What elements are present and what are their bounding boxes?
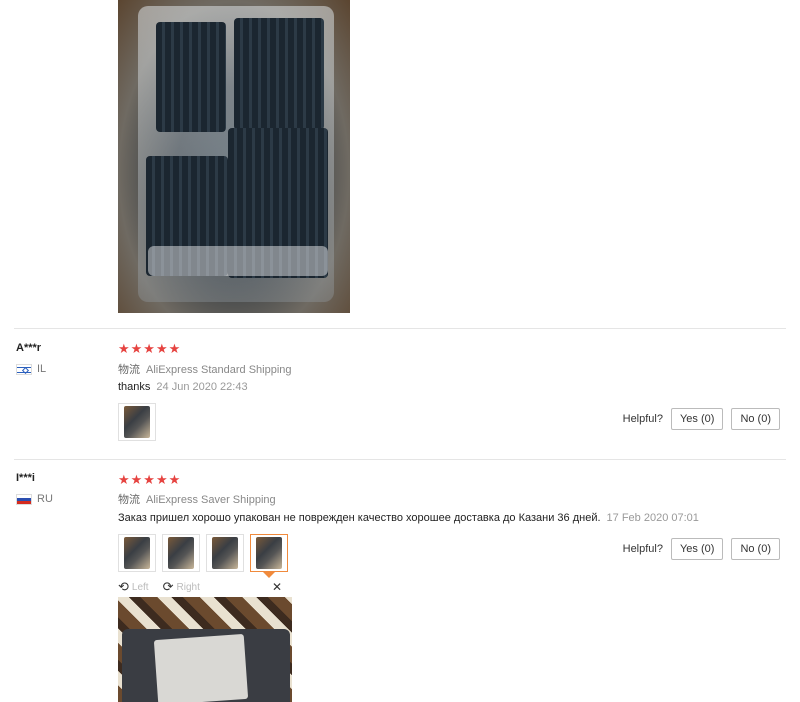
review-thumbnail[interactable] [118, 534, 156, 572]
reviewer-name: A***r [16, 342, 42, 354]
reviewer-country: IL [16, 363, 46, 375]
close-icon[interactable]: ✕ [272, 580, 282, 594]
review-thumbnail[interactable] [206, 534, 244, 572]
israel-flag-icon [16, 363, 32, 375]
review-comment: Заказ пришел хорошо упакован не поврежде… [118, 512, 699, 524]
review-thumbnail-active[interactable] [250, 534, 288, 578]
review-thumbnail[interactable] [118, 403, 156, 441]
rotate-left-label: Left [131, 581, 149, 593]
thumbnail-image [124, 537, 150, 569]
image-viewer-photo[interactable] [118, 597, 292, 702]
review-date: 24 Jun 2020 22:43 [156, 381, 248, 393]
photo-detail [153, 633, 249, 702]
photo-detail [148, 246, 328, 276]
shipping-label: 物流 [118, 494, 140, 506]
reviewer-country: RU [16, 493, 53, 505]
star-rating: ★★★★★ [118, 341, 182, 356]
yes-button[interactable]: Yes (0) [670, 538, 724, 560]
country-code: IL [37, 363, 47, 375]
review-date: 17 Feb 2020 07:01 [606, 512, 699, 524]
yes-button[interactable]: Yes (0) [670, 408, 724, 430]
reviewer-name: I***i [16, 472, 35, 484]
review-text: thanks [118, 381, 151, 393]
divider [14, 328, 786, 329]
shipping-name: AliExpress Saver Shipping [146, 494, 276, 506]
rotate-left-icon: ⟲ [118, 579, 129, 594]
review-text: Заказ пришел хорошо упакован не поврежде… [118, 512, 601, 524]
star-rating: ★★★★★ [118, 472, 182, 487]
review-thumbnails [118, 534, 288, 578]
helpful-label: Helpful? [622, 413, 663, 425]
review-comment: thanks 24 Jun 2020 22:43 [118, 381, 248, 393]
thumbnail-image [124, 406, 150, 438]
country-code: RU [37, 493, 53, 505]
shipping-method: 物流 AliExpress Standard Shipping [118, 361, 292, 377]
russia-flag-icon [16, 493, 32, 505]
rotate-left-button[interactable]: ⟲ Left [118, 579, 149, 595]
no-button[interactable]: No (0) [731, 408, 780, 430]
divider [14, 459, 786, 460]
shipping-name: AliExpress Standard Shipping [146, 364, 292, 376]
helpful-label: Helpful? [622, 543, 663, 555]
review-thumbnails [118, 403, 156, 441]
thumbnail-image [256, 537, 282, 569]
rotate-right-button[interactable]: ⟳ Right [163, 579, 200, 595]
photo-detail [234, 18, 324, 130]
thumbnail-image [212, 537, 238, 569]
photo-detail [156, 22, 226, 132]
helpful-vote: Helpful? Yes (0) No (0) [623, 538, 780, 560]
image-viewer-toolbar: ⟲ Left ⟳ Right ✕ [118, 579, 292, 595]
rotate-right-icon: ⟳ [162, 579, 174, 594]
shipping-label: 物流 [118, 364, 140, 376]
shipping-method: 物流 AliExpress Saver Shipping [118, 491, 276, 507]
review-thumbnail[interactable] [162, 534, 200, 572]
helpful-vote: Helpful? Yes (0) No (0) [623, 408, 780, 430]
thumbnail-image [168, 537, 194, 569]
review-photo-large[interactable] [118, 0, 350, 313]
rotate-right-label: Right [176, 581, 200, 593]
no-button[interactable]: No (0) [731, 538, 780, 560]
photo-bag [138, 6, 334, 302]
